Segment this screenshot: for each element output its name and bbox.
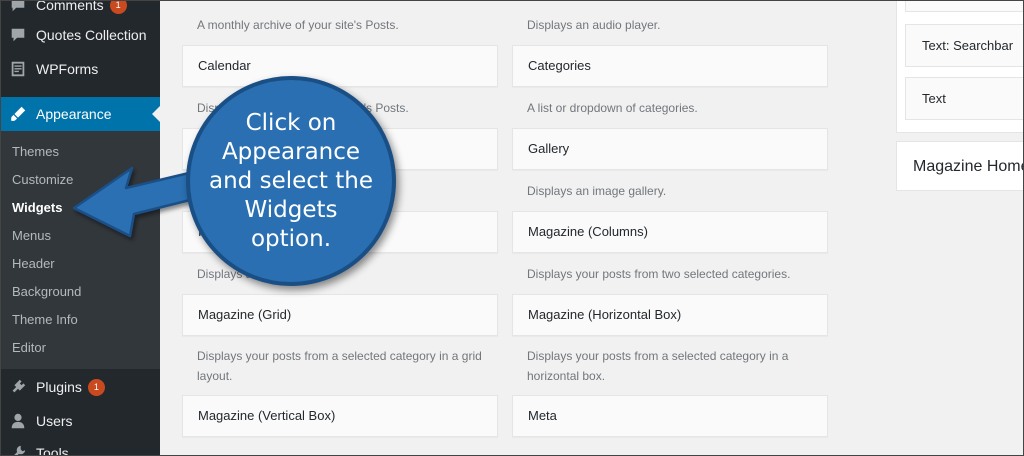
menu-label: Comments: [36, 0, 104, 13]
widget-description: A list or dropdown of categories.: [527, 101, 698, 115]
menu-label: Plugins: [36, 379, 82, 395]
callout-bubble: Click on Appearance and select the Widge…: [186, 76, 396, 286]
menu-label: Users: [36, 413, 73, 429]
callout-text: Click on Appearance and select the Widge…: [209, 109, 373, 252]
widget-magazine-grid[interactable]: Magazine (Grid): [182, 294, 498, 336]
widget-description: Displays your posts from a selected cate…: [197, 349, 482, 383]
plugins-update-badge: 1: [87, 378, 105, 396]
menu-item-wpforms[interactable]: WPForms: [0, 52, 160, 86]
quotes-icon: [0, 26, 36, 44]
users-icon: [0, 412, 36, 430]
widget-description: Displays your posts from a selected cate…: [527, 349, 789, 383]
plugin-icon: [0, 378, 36, 396]
widget-area-sidebar: Text: Searchbar Text: [896, 0, 1024, 133]
widget-area-magazine-homepage[interactable]: Magazine Homepage: [896, 141, 1024, 191]
submenu-item-editor[interactable]: Editor: [12, 334, 46, 362]
menu-item-plugins[interactable]: Plugins 1: [0, 370, 160, 404]
menu-item-quotes-collection[interactable]: Quotes Collection: [0, 18, 160, 52]
appearance-brush-icon: [0, 105, 36, 123]
widget-gallery[interactable]: Gallery: [512, 128, 828, 170]
widget-meta[interactable]: Meta: [512, 395, 828, 437]
placed-widget-text-searchbar[interactable]: Text: Searchbar: [905, 24, 1024, 67]
widget-description: Displays your posts from two selected ca…: [527, 267, 791, 281]
tools-icon: [0, 444, 36, 456]
submenu-item-background[interactable]: Background: [12, 278, 81, 306]
placed-widget-partial[interactable]: [905, 0, 1024, 12]
forms-icon: [0, 60, 36, 78]
widget-magazine-horizontal-box[interactable]: Magazine (Horizontal Box): [512, 294, 828, 336]
placed-widget-text[interactable]: Text: [905, 77, 1024, 120]
menu-label: Tools: [36, 445, 69, 456]
widget-magazine-columns[interactable]: Magazine (Columns): [512, 211, 828, 253]
comments-icon: [0, 0, 36, 14]
menu-label: WPForms: [36, 61, 99, 77]
widget-description: Displays an image gallery.: [527, 184, 667, 198]
menu-item-tools[interactable]: Tools: [0, 436, 160, 456]
submenu-item-widgets[interactable]: Widgets: [12, 194, 62, 222]
comments-count-badge: 1: [109, 0, 127, 14]
submenu-item-theme-info[interactable]: Theme Info: [12, 306, 78, 334]
menu-label: Appearance: [36, 106, 112, 122]
submenu-item-menus[interactable]: Menus: [12, 222, 51, 250]
menu-item-users[interactable]: Users: [0, 404, 160, 438]
widget-description: A monthly archive of your site's Posts.: [197, 18, 399, 32]
widget-description: Displays an audio player.: [527, 18, 661, 32]
menu-item-appearance[interactable]: Appearance: [0, 97, 160, 131]
submenu-item-themes[interactable]: Themes: [12, 138, 59, 166]
widget-magazine-vertical-box[interactable]: Magazine (Vertical Box): [182, 395, 498, 437]
widget-calendar[interactable]: Calendar: [182, 45, 498, 87]
menu-label: Quotes Collection: [36, 27, 147, 43]
submenu-item-header[interactable]: Header: [12, 250, 55, 278]
widget-categories[interactable]: Categories: [512, 45, 828, 87]
